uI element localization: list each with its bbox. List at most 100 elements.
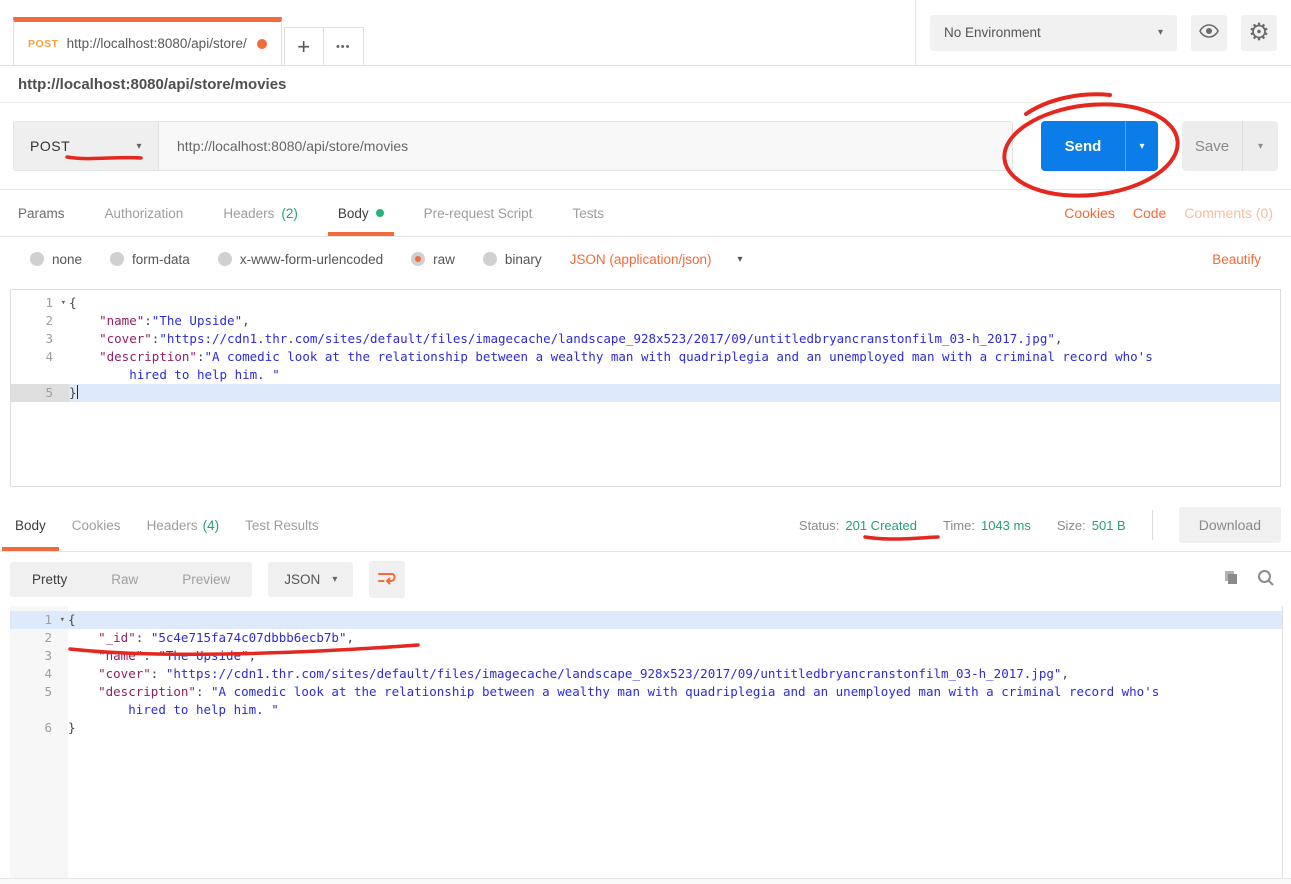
gear-icon: ⚙ — [1248, 21, 1270, 45]
tab-authorization[interactable]: Authorization — [105, 190, 184, 236]
tab-body[interactable]: Body — [338, 190, 384, 236]
mode-raw[interactable]: raw — [411, 252, 455, 267]
view-pretty[interactable]: Pretty — [10, 562, 89, 597]
environment-quick-look-button[interactable] — [1191, 15, 1227, 51]
content-type-selector[interactable]: JSON (application/json) ▾ — [570, 252, 743, 267]
save-options-button[interactable]: ▾ — [1242, 121, 1278, 171]
code-text: "cover":"https://cdn1.thr.com/sites/defa… — [69, 330, 1280, 348]
tab-method-label: POST — [28, 38, 59, 50]
environment-selector[interactable]: No Environment ▾ — [930, 15, 1177, 51]
line-number: 2 — [11, 312, 69, 330]
response-tab-body[interactable]: Body — [2, 499, 59, 551]
new-tab-button[interactable]: + — [284, 27, 324, 65]
response-toolbar-icons — [1222, 569, 1281, 590]
tab-params[interactable]: Params — [18, 190, 65, 236]
response-tab-test-results[interactable]: Test Results — [232, 499, 332, 551]
code-text: "cover": "https://cdn1.thr.com/sites/def… — [68, 665, 1282, 683]
unsaved-changes-dot — [257, 39, 267, 49]
view-preview[interactable]: Preview — [160, 562, 252, 597]
chevron-down-icon: ▾ — [1139, 141, 1144, 152]
response-tabs: Body Cookies Headers(4) Test Results — [2, 499, 332, 551]
tab-tests[interactable]: Tests — [572, 190, 604, 236]
copy-response-button[interactable] — [1222, 569, 1239, 589]
environment-area: No Environment ▾ ⚙ — [915, 0, 1291, 65]
wrap-lines-button[interactable] — [369, 561, 405, 598]
send-options-button[interactable]: ▾ — [1125, 121, 1158, 171]
size-badge: Size: 501 B — [1057, 518, 1126, 533]
tab-url-label: http://localhost:8080/api/store/ — [67, 36, 247, 51]
code-line: 6} — [10, 719, 1282, 737]
send-button[interactable]: Send — [1041, 121, 1125, 171]
url-group: POST ▾ — [13, 121, 1013, 171]
time-badge: Time: 1043 ms — [943, 518, 1031, 533]
response-view-row: Pretty Raw Preview JSON ▾ — [0, 552, 1291, 606]
line-number: 4 — [11, 348, 69, 384]
fold-arrow-icon[interactable]: ▾ — [61, 294, 66, 312]
response-meta-row: Body Cookies Headers(4) Test Results Sta… — [0, 499, 1291, 552]
radio-icon — [483, 252, 497, 266]
divider — [1152, 510, 1153, 540]
response-body-editor[interactable]: 1▾{2 "_id": "5c4e715fa74c07dbbb6ecb7b",3… — [10, 606, 1283, 878]
code-line: 3 "cover":"https://cdn1.thr.com/sites/de… — [11, 330, 1280, 348]
line-number: 6 — [10, 719, 68, 737]
line-number: 1▾ — [11, 294, 69, 312]
code-text: "_id": "5c4e715fa74c07dbbb6ecb7b", — [68, 629, 1282, 647]
status-badge: Status: 201 Created — [799, 518, 917, 533]
save-button[interactable]: Save — [1182, 121, 1242, 171]
line-number: 5 — [10, 683, 68, 719]
radio-icon — [30, 252, 44, 266]
send-group: Send ▾ — [1041, 121, 1158, 171]
request-body-editor[interactable]: 1▾{2 "name":"The Upside",3 "cover":"http… — [10, 289, 1281, 487]
url-input[interactable] — [159, 122, 1012, 170]
text-cursor — [77, 385, 78, 399]
request-title: http://localhost:8080/api/store/movies — [0, 66, 1291, 103]
request-tab[interactable]: POST http://localhost:8080/api/store/ — [13, 17, 282, 65]
mode-binary[interactable]: binary — [483, 252, 542, 267]
mode-x-www-form-urlencoded[interactable]: x-www-form-urlencoded — [218, 252, 383, 267]
tab-pre-request-script[interactable]: Pre-request Script — [424, 190, 533, 236]
code-line: 1▾{ — [10, 611, 1282, 629]
code-line: 2 "name":"The Upside", — [11, 312, 1280, 330]
response-tab-headers[interactable]: Headers(4) — [134, 499, 233, 551]
search-icon — [1257, 569, 1275, 590]
code-line: 4 "description":"A comedic look at the r… — [11, 348, 1280, 384]
header: POST http://localhost:8080/api/store/ + … — [0, 0, 1291, 66]
code-text: } — [69, 384, 1280, 402]
radio-selected-icon — [411, 252, 425, 266]
beautify-link[interactable]: Beautify — [1212, 252, 1261, 267]
chevron-down-icon: ▾ — [332, 574, 337, 585]
request-tabs: Params Authorization Headers(2) Body Pre… — [18, 190, 604, 236]
cookies-link[interactable]: Cookies — [1064, 205, 1115, 221]
view-raw[interactable]: Raw — [89, 562, 160, 597]
request-builder: POST ▾ Send ▾ Save ▾ — [0, 103, 1291, 190]
mode-none[interactable]: none — [30, 252, 82, 267]
fold-arrow-icon[interactable]: ▾ — [60, 611, 65, 629]
settings-button[interactable]: ⚙ — [1241, 15, 1277, 51]
code-text: { — [68, 611, 1282, 629]
chevron-down-icon: ▾ — [1258, 141, 1263, 152]
size-value: 501 B — [1092, 518, 1126, 533]
request-links: Cookies Code Comments (0) — [1064, 190, 1273, 236]
tab-headers[interactable]: Headers(2) — [223, 190, 298, 236]
comments-link[interactable]: Comments (0) — [1184, 205, 1273, 221]
download-button[interactable]: Download — [1179, 507, 1281, 543]
code-link[interactable]: Code — [1133, 205, 1166, 221]
chevron-down-icon: ▾ — [737, 254, 742, 265]
line-number: 5 — [11, 384, 69, 402]
line-number: 3 — [10, 647, 68, 665]
code-text: "name": "The Upside", — [68, 647, 1282, 665]
response-tab-cookies[interactable]: Cookies — [59, 499, 134, 551]
eye-icon — [1199, 24, 1219, 41]
body-set-dot — [376, 209, 384, 217]
search-response-button[interactable] — [1257, 569, 1275, 590]
more-tabs-button[interactable]: ••• — [324, 27, 364, 65]
code-line: 1▾{ — [11, 294, 1280, 312]
mode-form-data[interactable]: form-data — [110, 252, 190, 267]
save-group: Save ▾ — [1182, 121, 1278, 171]
method-selector[interactable]: POST ▾ — [14, 122, 159, 170]
environment-selected-label: No Environment — [944, 25, 1041, 40]
response-view-switch: Pretty Raw Preview — [10, 562, 252, 597]
postman-window: POST http://localhost:8080/api/store/ + … — [0, 0, 1291, 884]
line-number: 4 — [10, 665, 68, 683]
response-format-selector[interactable]: JSON ▾ — [268, 562, 353, 597]
